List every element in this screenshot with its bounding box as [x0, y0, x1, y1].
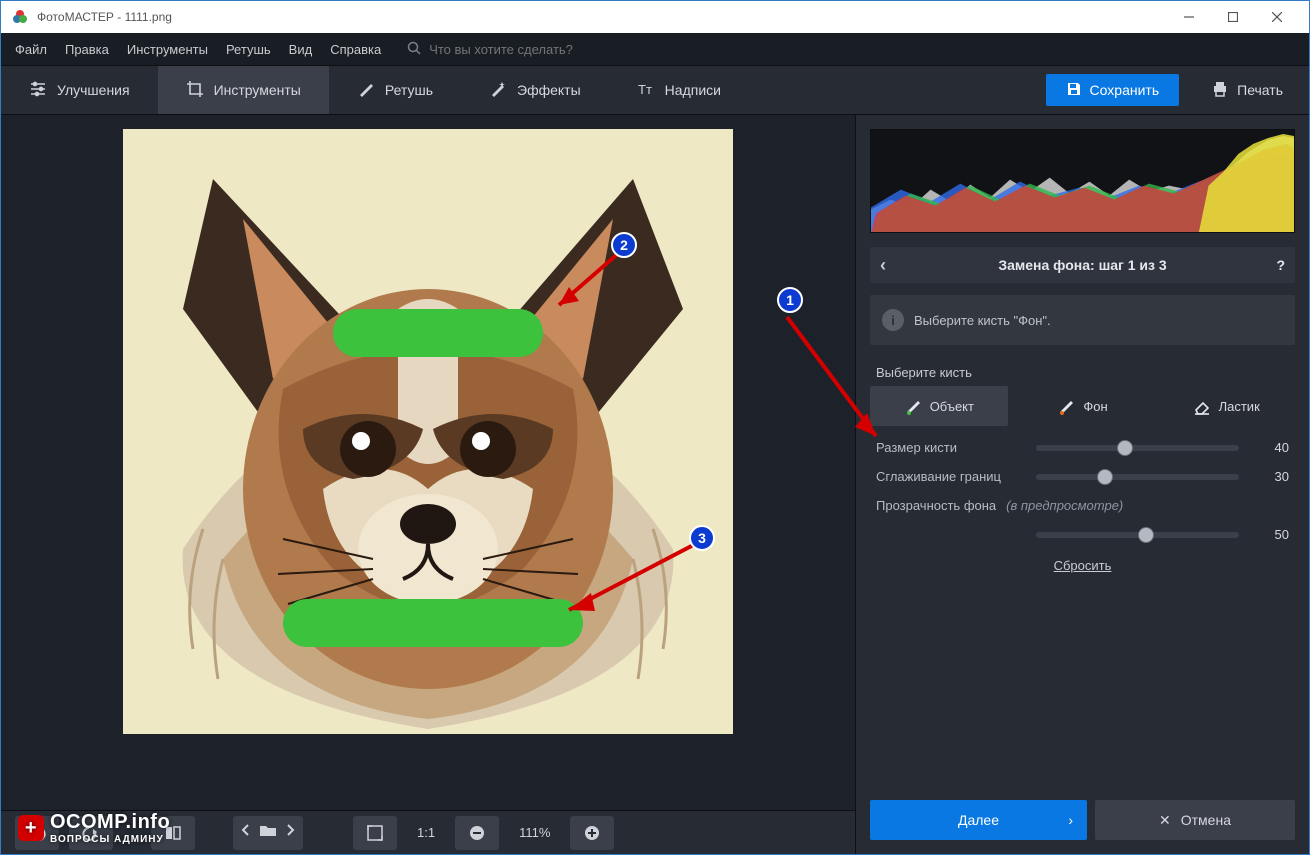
- image-canvas[interactable]: [123, 129, 733, 734]
- svg-text:Tᴛ: Tᴛ: [638, 82, 652, 97]
- close-icon: ✕: [1159, 812, 1171, 829]
- chevron-right-icon: ›: [1068, 812, 1073, 828]
- tab-text-label: Надписи: [665, 82, 721, 98]
- help-button[interactable]: ?: [1263, 257, 1285, 273]
- save-button[interactable]: Сохранить: [1046, 74, 1180, 106]
- next-button[interactable]: Далее ›: [870, 800, 1087, 840]
- fit-screen-button[interactable]: [353, 816, 397, 850]
- cancel-button[interactable]: ✕ Отмена: [1095, 800, 1295, 840]
- menu-retouch[interactable]: Ретушь: [226, 42, 271, 57]
- next-image-button[interactable]: [283, 823, 297, 842]
- nav-group: [233, 816, 303, 850]
- fit-actual-button[interactable]: 1:1: [407, 825, 445, 840]
- tab-effects-label: Эффекты: [517, 82, 581, 98]
- prev-image-button[interactable]: [239, 823, 253, 842]
- menu-help[interactable]: Справка: [330, 42, 381, 57]
- crop-icon: [186, 80, 204, 101]
- redo-button[interactable]: [69, 816, 113, 850]
- titlebar: ФотоМАСТЕР - 1111.png: [1, 1, 1309, 33]
- tab-effects[interactable]: Эффекты: [461, 66, 609, 114]
- window-close-button[interactable]: [1255, 2, 1299, 32]
- open-folder-button[interactable]: [259, 823, 277, 842]
- brush-eraser-button[interactable]: Ластик: [1157, 386, 1295, 426]
- compare-button[interactable]: [151, 816, 195, 850]
- bg-opacity-slider[interactable]: [1036, 532, 1239, 538]
- histogram: [870, 129, 1295, 233]
- window-minimize-button[interactable]: [1167, 2, 1211, 32]
- annotation-marker-3: 3: [689, 525, 715, 551]
- viewport[interactable]: 1 2 3: [1, 115, 855, 810]
- hint-box: i Выберите кисть "Фон".: [870, 295, 1295, 345]
- brush-icon: [357, 80, 375, 101]
- side-panel: ‹ Замена фона: шаг 1 из 3 ? i Выберите к…: [855, 115, 1309, 854]
- brush-size-value: 40: [1249, 440, 1289, 455]
- edge-smooth-value: 30: [1249, 469, 1289, 484]
- search-input[interactable]: [429, 42, 649, 57]
- brush-size-slider[interactable]: [1036, 445, 1239, 451]
- print-button[interactable]: Печать: [1191, 74, 1303, 106]
- bg-opacity-label: Прозрачность фона: [876, 498, 996, 513]
- app-logo-icon: [11, 8, 29, 26]
- canvas-area: 1 2 3: [1, 115, 855, 854]
- wand-icon: [489, 80, 507, 101]
- toolbar: Улучшения Инструменты Ретушь Эффекты Tᴛ …: [1, 65, 1309, 115]
- menubar: Файл Правка Инструменты Ретушь Вид Справ…: [1, 33, 1309, 65]
- menu-edit[interactable]: Правка: [65, 42, 109, 57]
- step-title: Замена фона: шаг 1 из 3: [902, 257, 1263, 273]
- tab-tools-label: Инструменты: [214, 82, 301, 98]
- brush-background-button[interactable]: Фон: [1014, 386, 1152, 426]
- menu-file[interactable]: Файл: [15, 42, 47, 57]
- tab-tools[interactable]: Инструменты: [158, 66, 329, 114]
- window-title: ФотоМАСТЕР - 1111.png: [37, 10, 1167, 24]
- step-header: ‹ Замена фона: шаг 1 из 3 ?: [870, 247, 1295, 283]
- brush-eraser-label: Ластик: [1219, 399, 1260, 414]
- search-icon: [407, 41, 421, 58]
- zoom-in-button[interactable]: [570, 816, 614, 850]
- tab-retouch-label: Ретушь: [385, 82, 433, 98]
- cancel-button-label: Отмена: [1181, 812, 1231, 828]
- tab-enhance[interactable]: Улучшения: [1, 66, 158, 114]
- bg-opacity-value: 50: [1249, 527, 1289, 542]
- menu-tools[interactable]: Инструменты: [127, 42, 208, 57]
- tab-text[interactable]: Tᴛ Надписи: [609, 66, 749, 114]
- save-button-label: Сохранить: [1090, 82, 1160, 98]
- brush-background-label: Фон: [1083, 399, 1107, 414]
- edge-smooth-slider[interactable]: [1036, 474, 1239, 480]
- undo-button[interactable]: [15, 816, 59, 850]
- menu-view[interactable]: Вид: [289, 42, 313, 57]
- window-maximize-button[interactable]: [1211, 2, 1255, 32]
- object-brush-stroke: [283, 599, 583, 647]
- hint-text: Выберите кисть "Фон".: [914, 313, 1051, 328]
- next-button-label: Далее: [958, 812, 999, 828]
- brush-section-label: Выберите кисть: [876, 365, 1289, 380]
- bottom-toolbar: 1:1 111%: [1, 810, 855, 854]
- object-brush-stroke: [333, 309, 543, 357]
- brush-size-label: Размер кисти: [876, 440, 1026, 455]
- reset-link[interactable]: Сбросить: [876, 558, 1289, 573]
- tab-enhance-label: Улучшения: [57, 82, 130, 98]
- zoom-value: 111%: [509, 825, 560, 840]
- text-icon: Tᴛ: [637, 80, 655, 101]
- step-back-button[interactable]: ‹: [880, 255, 902, 276]
- save-icon: [1066, 81, 1082, 100]
- annotation-marker-1: 1: [777, 287, 803, 313]
- tab-retouch[interactable]: Ретушь: [329, 66, 461, 114]
- sliders-icon: [29, 80, 47, 101]
- annotation-arrow: [541, 245, 631, 325]
- print-button-label: Печать: [1237, 82, 1283, 98]
- annotation-marker-2: 2: [611, 232, 637, 258]
- brush-object-label: Объект: [930, 399, 974, 414]
- edge-smooth-label: Сглаживание границ: [876, 469, 1026, 484]
- print-icon: [1211, 80, 1229, 101]
- zoom-out-button[interactable]: [455, 816, 499, 850]
- annotation-arrow: [551, 535, 711, 625]
- bg-opacity-hint: (в предпросмотре): [1006, 498, 1123, 513]
- annotation-arrow: [781, 311, 891, 451]
